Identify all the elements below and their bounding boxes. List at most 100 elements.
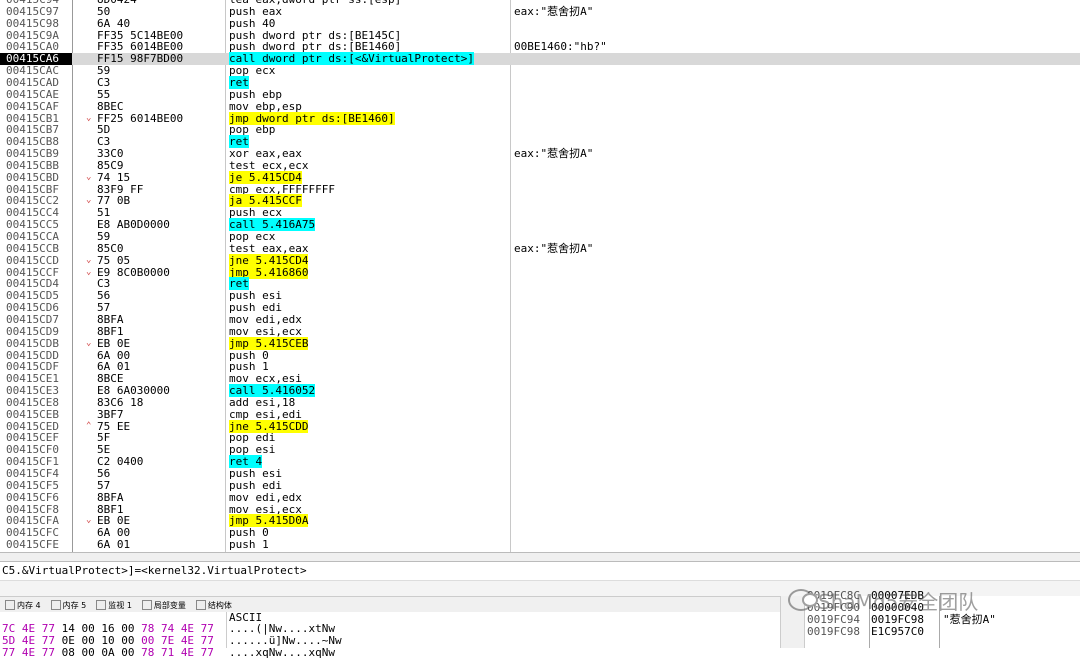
tab-内存 5[interactable]: 内存 5: [46, 600, 92, 611]
comment-cell: 00BE1460:"hb?": [514, 40, 607, 54]
disasm-row[interactable]: 00415C97 50 push eax eax:"惹舍扨A": [0, 4, 1080, 18]
bytes-cell: 6A 40: [97, 16, 131, 30]
disasm-row[interactable]: 00415CD7 8BFA mov edi,edx: [0, 314, 1080, 326]
disassembly-view[interactable]: 00415C948D0424lea eax,dword ptr ss:[esp]…: [0, 0, 1080, 552]
disasm-row[interactable]: 00415CD5 56 push esi: [0, 290, 1080, 302]
instruction-cell[interactable]: mov esi,ecx: [229, 324, 302, 338]
disasm-row[interactable]: 00415CBF 83F9 FF cmp ecx,FFFFFFFF: [0, 183, 1080, 196]
address-cell[interactable]: 00415CD9: [0, 325, 72, 338]
bytes-cell: 75 05: [97, 253, 131, 267]
info-line: C5.&VirtualProtect>]=<kernel32.VirtualPr…: [0, 562, 1080, 580]
disasm-row[interactable]: 00415CB1 ⌄ FF25 6014BE00 jmp dword ptr ds:[…: [0, 111, 1080, 125]
tab-监视 1[interactable]: 监视 1: [91, 600, 137, 611]
disasm-row[interactable]: 00415CBD ⌄ 74 15 je 5.415CD4: [0, 170, 1080, 184]
disasm-row[interactable]: 00415CC5 E8 AB0D0000 call 5.416A75: [0, 218, 1080, 232]
bytes-cell: 3BF7: [97, 407, 124, 421]
disasm-row[interactable]: 00415CCD ⌄ 75 05 jne 5.415CD4: [0, 253, 1080, 267]
disasm-row[interactable]: 00415CF1 C2 0400 ret 4: [0, 455, 1080, 469]
disasm-row[interactable]: 00415CF5 57 push edi: [0, 478, 1080, 492]
bytes-cell: 85C9: [97, 158, 124, 172]
watermark: ShaMd5安全团队: [788, 586, 978, 614]
disasm-row[interactable]: 00415CFA ⌄ EB 0E jmp 5.415D0A: [0, 514, 1080, 528]
memory-dump-view[interactable]: ASCII 7C 4E 77 14 00 16 00 78 74 4E 77..…: [0, 612, 780, 659]
disasm-row[interactable]: 00415C98 6A 40 push 40: [0, 16, 1080, 30]
disasm-row[interactable]: 00415CFC 6A 00 push 0: [0, 527, 1080, 539]
instruction-cell[interactable]: mov ebp,esp: [229, 100, 302, 113]
address-cell[interactable]: 00415CE8: [0, 397, 72, 409]
bytes-cell: 85C0: [97, 241, 124, 255]
disasm-row[interactable]: 00415CAF 8BEC mov ebp,esp: [0, 100, 1080, 113]
instruction-text: push 1: [229, 538, 269, 552]
instruction-cell[interactable]: jne 5.415CD4: [229, 253, 309, 267]
instruction-cell[interactable]: test ecx,ecx: [229, 159, 308, 172]
locals-icon: [141, 600, 152, 610]
address-cell[interactable]: 00415CF6: [0, 491, 72, 504]
disasm-row[interactable]: 00415CB7 5D pop ebp: [0, 124, 1080, 136]
horizontal-scrollbar[interactable]: [0, 552, 1080, 562]
address-cell[interactable]: 00415CBD: [0, 171, 72, 184]
disasm-row[interactable]: 00415CA6 FF15 98F7BD00 call dword ptr ds:[…: [0, 52, 1080, 66]
address-cell[interactable]: 00415CCB: [0, 242, 72, 255]
disasm-row[interactable]: 00415CC2 ⌄ 77 0B ja 5.415CCF: [0, 194, 1080, 208]
disasm-row[interactable]: 00415CDD 6A 00 push 0: [0, 349, 1080, 362]
address-cell[interactable]: 00415CDB: [0, 337, 72, 350]
disasm-row[interactable]: 00415CAC 59 pop ecx: [0, 65, 1080, 77]
disasm-row[interactable]: 00415CF6 8BFA mov edi,edx: [0, 491, 1080, 504]
disasm-row[interactable]: 00415CFE 6A 01 push 1: [0, 539, 1080, 551]
bytes-cell: EB 0E: [97, 336, 131, 350]
jump-arrow-icon: ⌄: [86, 195, 92, 206]
jump-arrow-icon: ⌄: [86, 171, 92, 182]
disasm-row[interactable]: 00415CD4 C3 ret: [0, 277, 1080, 291]
disasm-row[interactable]: 00415CAD C3 ret: [0, 75, 1080, 89]
instruction-cell[interactable]: cmp esi,edi: [229, 407, 302, 421]
bytes-cell: 74 15: [97, 170, 131, 184]
memory-icon: [5, 600, 15, 610]
disasm-row[interactable]: 00415CF0 5E pop esi: [0, 444, 1080, 456]
disasm-row[interactable]: 00415CD9 8BF1 mov esi,ecx: [0, 324, 1080, 338]
address-cell[interactable]: 00415CCD: [0, 254, 72, 267]
address-cell[interactable]: 00415C98: [0, 17, 72, 30]
instruction-cell[interactable]: test eax,eax: [229, 242, 308, 255]
bytes-cell: 57: [97, 478, 111, 492]
stack-row[interactable]: 0019FC98 E1C957C0: [805, 626, 1080, 638]
tab-label: 内存 4: [17, 600, 41, 610]
instruction-text: mov esi,ecx: [229, 324, 302, 338]
address-cell[interactable]: 00415CD7: [0, 314, 72, 326]
disasm-row[interactable]: 00415CE8 83C6 18 add esi,18: [0, 396, 1080, 409]
disasm-row[interactable]: 00415CAE 55 push ebp: [0, 88, 1080, 101]
address-cell[interactable]: 00415CAE: [0, 88, 72, 101]
disasm-row[interactable]: 00415CE3 E8 6A030000 call 5.416052: [0, 384, 1080, 398]
disasm-row[interactable]: 00415CCF ⌄ E9 8C0B0000 jmp 5.416860: [0, 265, 1080, 279]
disasm-row[interactable]: 00415CDF 6A 01 push 1: [0, 361, 1080, 373]
bytes-cell: 50: [97, 4, 111, 18]
address-cell[interactable]: 00415CFE: [0, 539, 72, 551]
tab-label: 结构体: [207, 600, 232, 610]
disasm-row[interactable]: 00415CEF 5F pop edi: [0, 432, 1080, 444]
disasm-row[interactable]: 00415CDB ⌄ EB 0E jmp 5.415CEB: [0, 336, 1080, 350]
disasm-row[interactable]: 00415CBB 85C9 test ecx,ecx: [0, 158, 1080, 172]
disasm-row[interactable]: 00415CD6 57 push edi: [0, 302, 1080, 314]
tab-内存 4[interactable]: 内存 4: [0, 600, 46, 611]
jump-arrow-icon: ⌄: [86, 266, 92, 277]
address-cell[interactable]: 00415CF5: [0, 479, 72, 492]
disasm-row[interactable]: 00415CEB 3BF7 cmp esi,edi: [0, 407, 1080, 421]
instruction-text: cmp esi,edi: [229, 407, 302, 421]
stack-comment: "惹舍扨A": [943, 613, 996, 626]
bytes-cell: 8BFA: [97, 312, 124, 326]
disasm-row[interactable]: 00415CCB 85C0 test eax,eax eax:"惹舍扨A": [0, 241, 1080, 255]
address-cell[interactable]: 00415CAF: [0, 100, 72, 113]
address-cell[interactable]: 00415CBB: [0, 160, 72, 172]
tab-结构体[interactable]: 结构体: [191, 600, 237, 611]
memory-icon: [50, 600, 61, 610]
disasm-row[interactable]: 00415CF8 8BF1 mov esi,ecx: [0, 503, 1080, 516]
address-cell[interactable]: 00415CEB: [0, 408, 72, 421]
tab-局部变量[interactable]: 局部变量: [137, 600, 191, 611]
address-cell[interactable]: 00415CAD: [0, 77, 72, 89]
disasm-row[interactable]: 00415CB9 33C0 xor eax,eax eax:"惹舍扨A": [0, 148, 1080, 160]
comment-cell: eax:"惹舍扨A": [514, 147, 594, 161]
disasm-row[interactable]: 00415CED ⌃ 75 EE jne 5.415CDD: [0, 419, 1080, 433]
instruction-text: jne 5.415CD4: [229, 253, 309, 267]
instruction-cell[interactable]: push 1: [229, 539, 269, 551]
address-cell[interactable]: 00415C97: [0, 5, 72, 18]
disasm-row[interactable]: 00415CF4 56 push esi: [0, 468, 1080, 480]
